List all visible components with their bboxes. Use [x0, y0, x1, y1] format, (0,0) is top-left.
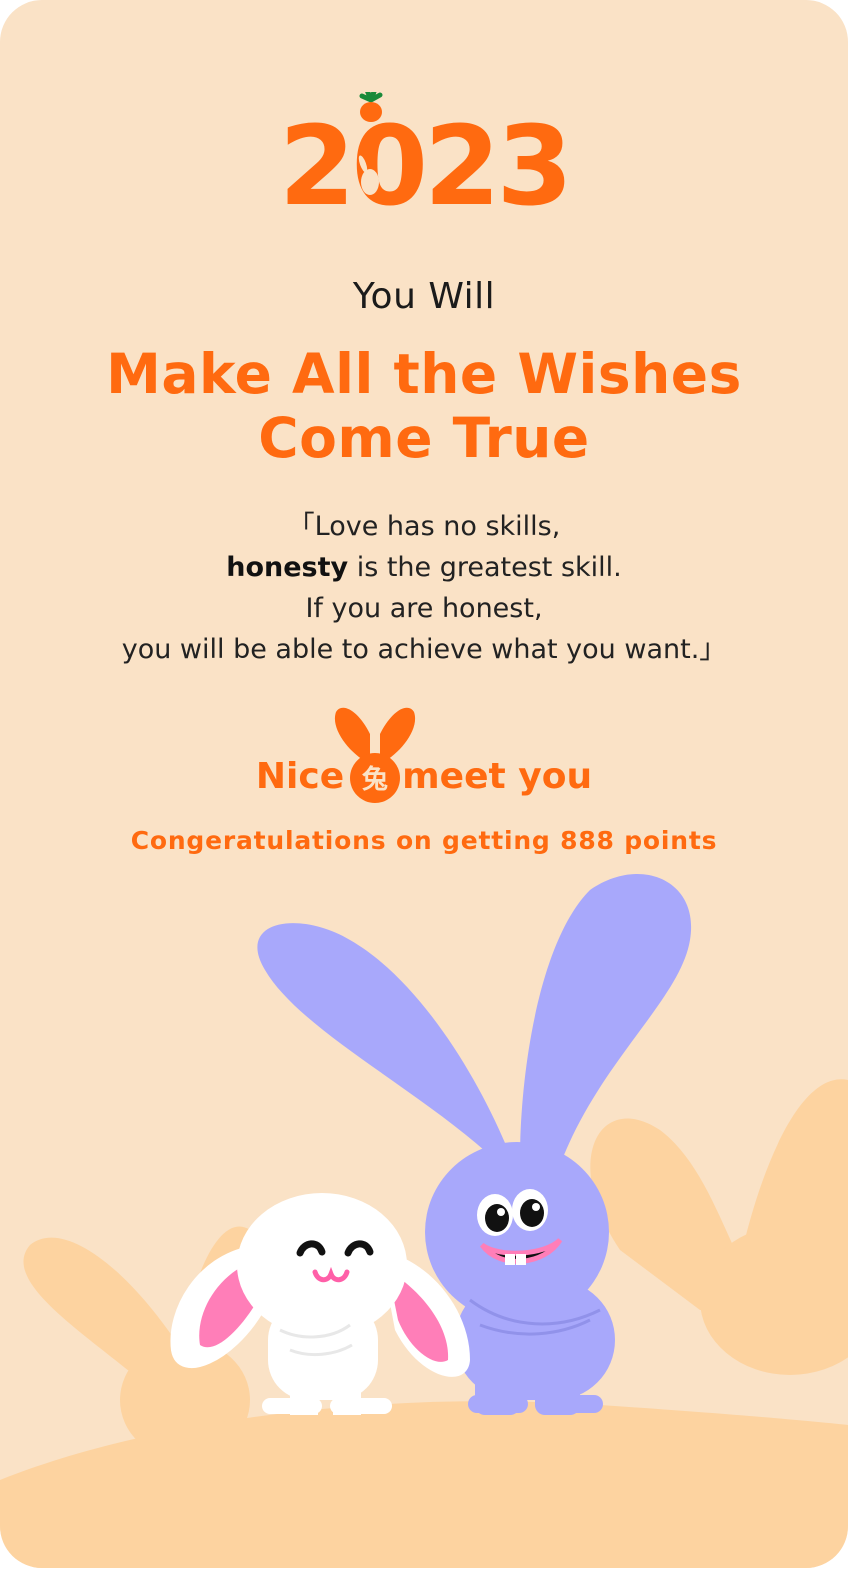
headline-line-2: Come True — [258, 406, 590, 470]
quote-line-3: If you are honest, — [305, 593, 543, 624]
year-2023-carrot-logo: 2023 — [279, 92, 573, 222]
greeting-right: meet you — [402, 756, 593, 797]
quote-line-2: honesty is the greatest skill. — [0, 547, 848, 588]
quote-bold-word: honesty — [226, 552, 349, 583]
congrats-text: Congeratulations on getting 888 points — [130, 826, 718, 855]
greeting-text: Nice meet you — [0, 756, 848, 797]
quote-line-2-rest: is the greatest skill. — [348, 552, 622, 583]
year-text: 2023 — [279, 102, 569, 222]
bunny-scene — [0, 874, 848, 1568]
subtitle: You Will — [352, 276, 496, 317]
headline-line-1: Make All the Wishes — [106, 342, 742, 406]
orange-bunny-badge-icon: 兔 — [334, 707, 416, 803]
greeting-block: Nice meet you 兔 — [0, 704, 848, 814]
greeting-card: 2023 You Will Make All the Wishes Come T… — [0, 0, 848, 1568]
quote-line-1: 「Love has no skills, — [287, 511, 561, 542]
year-logo: 2023 — [0, 92, 848, 222]
quote-line-4: you will be able to achieve what you wan… — [121, 634, 727, 665]
headline: Make All the Wishes Come True — [0, 342, 848, 470]
quote: 「Love has no skills, honesty is the grea… — [0, 506, 848, 670]
svg-text:兔: 兔 — [362, 765, 388, 795]
